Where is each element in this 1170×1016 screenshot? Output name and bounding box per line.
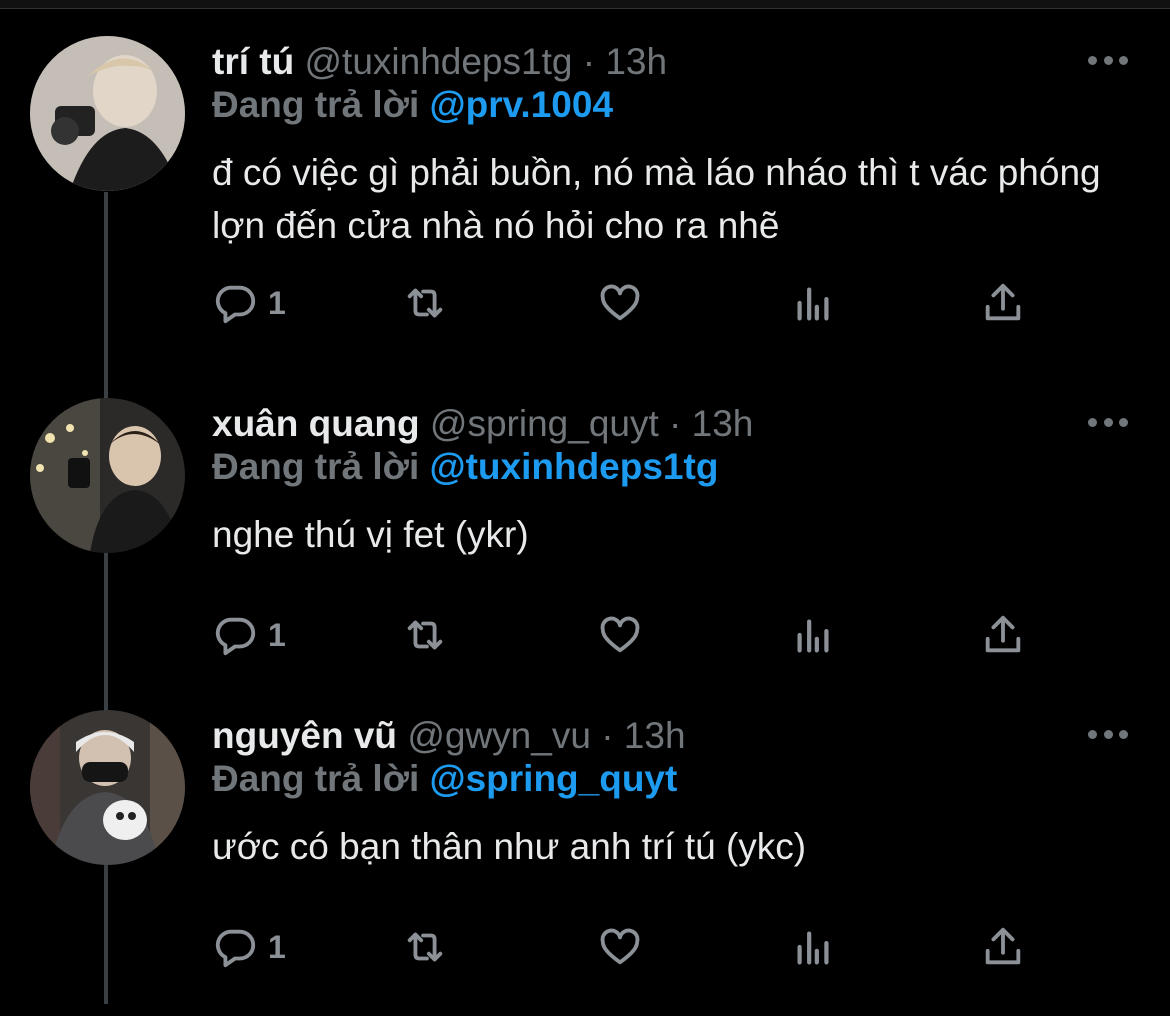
heart-icon	[600, 284, 640, 321]
avatar-photo	[30, 398, 185, 553]
share-upload-icon	[985, 615, 1021, 653]
user-handle[interactable]: @spring_quyt	[430, 403, 659, 444]
share-button[interactable]	[980, 278, 1026, 328]
views-button[interactable]	[790, 610, 836, 660]
mention-link[interactable]: @tuxinhdeps1tg	[430, 446, 719, 487]
mention-link[interactable]: @spring_quyt	[430, 758, 678, 799]
timestamp[interactable]: · 13h	[669, 403, 753, 444]
tweet-text: ước có bạn thân như anh trí tú (ykc)	[212, 826, 807, 867]
share-upload-icon	[985, 283, 1021, 321]
tweet-text: nghe thú vị fet (ykr)	[212, 514, 529, 555]
reply-button[interactable]: 1	[212, 610, 286, 660]
retweet-button[interactable]	[402, 610, 448, 660]
avatar-photo	[30, 36, 185, 191]
action-bar: 1	[212, 610, 1032, 660]
like-button[interactable]	[597, 278, 643, 328]
retweet-button[interactable]	[402, 922, 448, 972]
timestamp[interactable]: · 13h	[601, 715, 685, 756]
reply-count: 1	[268, 928, 286, 965]
tweet[interactable]: nguyên vũ @gwyn_vu · 13h Đang trả lời @s…	[0, 704, 1170, 1016]
replying-to: Đang trả lời @spring_quyt	[212, 758, 677, 800]
reply-bubble-icon	[215, 929, 256, 968]
more-dots-icon[interactable]	[1088, 722, 1128, 746]
timestamp[interactable]: · 13h	[583, 41, 667, 82]
tweet-text: đ có việc gì phải buồn, nó mà láo nháo t…	[212, 152, 1101, 246]
display-name[interactable]: xuân quang	[212, 403, 420, 444]
avatar[interactable]	[30, 36, 185, 191]
replying-to-label: Đang trả lời	[212, 84, 420, 125]
avatar[interactable]	[30, 710, 185, 865]
retweet-button[interactable]	[402, 278, 448, 328]
heart-icon	[600, 616, 640, 653]
heart-icon	[600, 928, 640, 965]
more-dots-icon[interactable]	[1088, 48, 1128, 72]
display-name[interactable]: nguyên vũ	[212, 715, 397, 756]
tweet[interactable]: xuân quang @spring_quyt · 13h Đang trả l…	[0, 392, 1170, 704]
retweet-icon	[407, 288, 443, 318]
user-handle[interactable]: @gwyn_vu	[407, 715, 591, 756]
replying-to: Đang trả lời @prv.1004	[212, 84, 613, 126]
reply-button[interactable]: 1	[212, 278, 286, 328]
replying-to: Đang trả lời @tuxinhdeps1tg	[212, 446, 718, 488]
reply-button[interactable]: 1	[212, 922, 286, 972]
avatar[interactable]	[30, 398, 185, 553]
reply-count: 1	[268, 616, 286, 653]
retweet-icon	[407, 620, 443, 650]
analytics-bars-icon	[797, 931, 829, 965]
replying-to-label: Đang trả lời	[212, 446, 420, 487]
share-button[interactable]	[980, 610, 1026, 660]
reply-count: 1	[268, 284, 286, 321]
replying-to-label: Đang trả lời	[212, 758, 420, 799]
views-button[interactable]	[790, 278, 836, 328]
reply-bubble-icon	[215, 617, 256, 656]
more-dots-icon[interactable]	[1088, 410, 1128, 434]
action-bar: 1	[212, 278, 1032, 328]
tweet[interactable]: trí tú @tuxinhdeps1tg · 13h Đang trả lời…	[0, 30, 1170, 342]
mention-link[interactable]: @prv.1004	[430, 84, 614, 125]
like-button[interactable]	[597, 610, 643, 660]
display-name[interactable]: trí tú	[212, 41, 294, 82]
share-upload-icon	[985, 927, 1021, 965]
views-button[interactable]	[790, 922, 836, 972]
user-handle[interactable]: @tuxinhdeps1tg	[304, 41, 572, 82]
reply-bubble-icon	[215, 285, 256, 324]
top-divider	[0, 0, 1170, 9]
like-button[interactable]	[597, 922, 643, 972]
retweet-icon	[407, 932, 443, 962]
analytics-bars-icon	[797, 619, 829, 653]
analytics-bars-icon	[797, 287, 829, 321]
share-button[interactable]	[980, 922, 1026, 972]
action-bar: 1	[212, 922, 1032, 972]
avatar-photo	[30, 710, 185, 865]
